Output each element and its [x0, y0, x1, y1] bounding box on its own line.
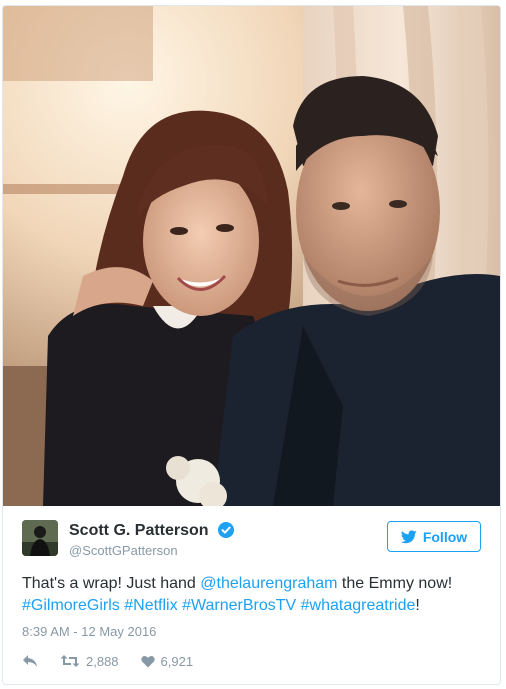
follow-button[interactable]: Follow [387, 521, 481, 552]
tweet-text-middle: the Emmy now! [337, 575, 453, 592]
hashtag-warnerbrostv[interactable]: #WarnerBrosTV [182, 597, 296, 614]
heart-icon [140, 655, 155, 667]
tweet-text-ending: ! [415, 597, 420, 614]
reply-icon [23, 655, 37, 667]
avatar-image [22, 520, 58, 556]
author-handle[interactable]: @ScottGPatterson [69, 543, 178, 558]
tweet-header: Scott G. Patterson @ScottGPatterson Foll… [3, 506, 500, 566]
follow-label: Follow [422, 528, 468, 545]
tweet-photo[interactable] [3, 6, 500, 506]
author-name[interactable]: Scott G. Patterson [69, 522, 235, 540]
reply-button[interactable] [22, 654, 38, 668]
tweet-timestamp[interactable]: 8:39 AM - 12 May 2016 [22, 624, 156, 639]
mention-link[interactable]: @thelaurengraham [200, 575, 337, 592]
hashtag-netflix[interactable]: #Netflix [124, 597, 177, 614]
verified-badge-icon [218, 522, 235, 538]
retweet-button[interactable]: 2,888 [60, 654, 119, 669]
author-name-text[interactable]: Scott G. Patterson [69, 522, 209, 539]
hashtag-whatagreatride[interactable]: #whatagreatride [301, 597, 416, 614]
tweet-card: Scott G. Patterson @ScottGPatterson Foll… [2, 5, 501, 685]
tweet-actions: 2,888 6,921 [22, 651, 215, 671]
tweet-text-intro: That's a wrap! Just hand [22, 575, 201, 592]
selfie-image [3, 6, 500, 506]
author-avatar[interactable] [22, 520, 58, 556]
twitter-bird-icon [400, 529, 417, 543]
retweet-count: 2,888 [86, 653, 119, 669]
retweet-icon [60, 655, 80, 667]
tweet-text: That's a wrap! Just hand @thelaurengraha… [22, 573, 482, 617]
like-button[interactable]: 6,921 [140, 653, 194, 669]
hashtag-gilmoregirls[interactable]: #GilmoreGirls [22, 597, 120, 614]
like-count: 6,921 [160, 653, 194, 669]
